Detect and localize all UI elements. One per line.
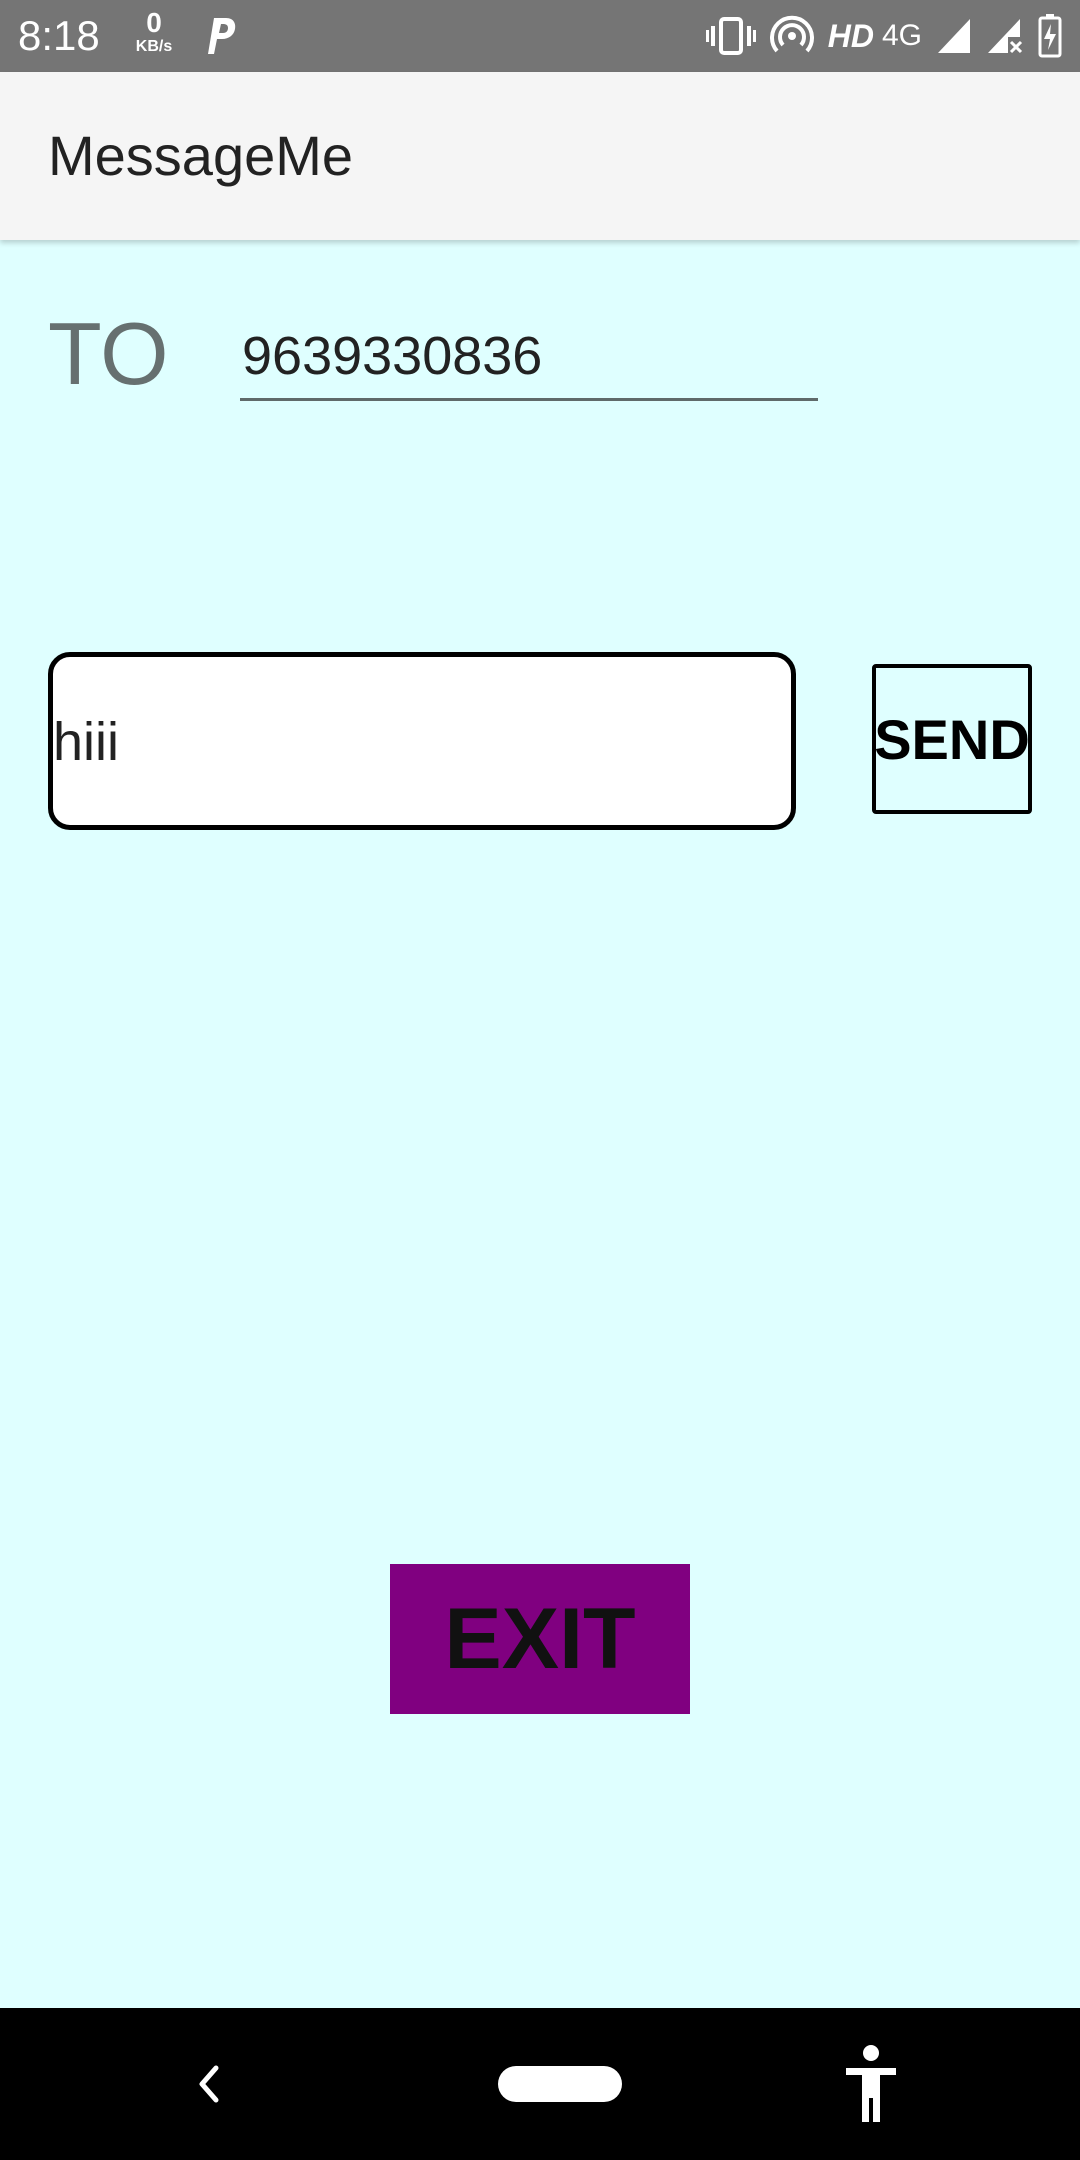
recipient-field: [240, 318, 818, 401]
battery-charging-icon: [1038, 14, 1062, 58]
back-icon[interactable]: [188, 2056, 228, 2112]
hd-indicator: HD: [827, 17, 874, 54]
status-bar: 8:18 0 KB/s HD 4G: [0, 0, 1080, 72]
send-button[interactable]: SEND: [872, 664, 1032, 814]
to-label: TO: [48, 304, 169, 403]
network-speed-value: 0: [146, 7, 162, 38]
message-input[interactable]: [53, 697, 753, 787]
exit-button[interactable]: EXIT: [390, 1564, 690, 1714]
home-pill[interactable]: [498, 2066, 622, 2102]
status-icons: HD 4G: [705, 10, 1062, 62]
recipient-input[interactable]: [242, 318, 802, 394]
p-icon: [208, 18, 236, 54]
hotspot-icon: [769, 15, 814, 53]
app-bar: MessageMe: [0, 72, 1080, 240]
vibrate-icon: [705, 17, 756, 55]
signal-icon: [938, 19, 970, 53]
message-box: [48, 652, 796, 830]
network-speed-unit: KB/s: [135, 38, 173, 55]
network-speed-indicator: 0 KB/s: [128, 8, 180, 56]
network-type: 4G: [881, 19, 922, 52]
navigation-bar: [0, 2008, 1080, 2160]
signal-x-icon: [988, 19, 1023, 54]
app-title: MessageMe: [48, 124, 354, 187]
accessibility-icon[interactable]: [842, 2042, 900, 2126]
status-time: 8:18: [18, 12, 100, 59]
